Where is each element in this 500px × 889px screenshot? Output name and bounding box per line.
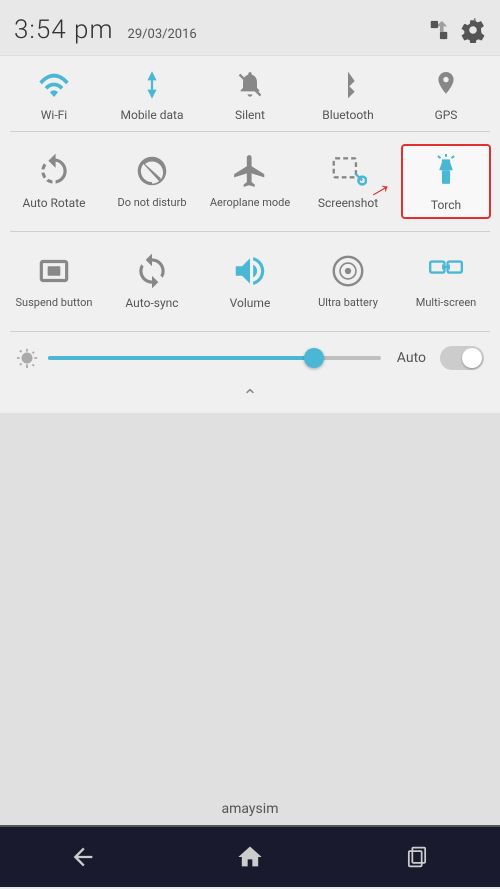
notification-panel: Wi-Fi Mobile data Silent xyxy=(0,55,500,413)
do-not-disturb-toggle[interactable]: Do not disturb xyxy=(107,144,197,219)
home-button[interactable] xyxy=(220,837,280,877)
status-icons xyxy=(428,17,486,43)
torch-toggle[interactable]: Torch xyxy=(401,144,491,219)
empty-area xyxy=(0,413,500,793)
collapse-button[interactable]: ⌃ xyxy=(0,380,500,413)
gps-label: GPS xyxy=(435,108,458,122)
brightness-fill xyxy=(48,356,314,360)
multi-screen-toggle[interactable]: Multi-screen xyxy=(401,244,491,319)
bluetooth-toggle[interactable]: Bluetooth xyxy=(303,66,393,122)
multi-screen-icon xyxy=(425,250,467,292)
auto-sync-toggle[interactable]: Auto-sync xyxy=(107,244,197,319)
connectivity-row: Wi-Fi Mobile data Silent xyxy=(0,56,500,127)
suspend-button-icon xyxy=(33,250,75,292)
ultra-battery-toggle[interactable]: Ultra battery xyxy=(303,244,393,319)
aeroplane-label: Aeroplane mode xyxy=(210,196,290,210)
transfer-icon xyxy=(428,19,450,41)
brightness-icon xyxy=(16,347,38,369)
gps-toggle[interactable]: GPS xyxy=(401,66,491,122)
bluetooth-icon xyxy=(329,66,367,104)
volume-toggle[interactable]: Volume xyxy=(205,244,295,319)
screenshot-toggle[interactable]: Screenshot xyxy=(303,144,393,219)
ultra-battery-icon xyxy=(327,250,369,292)
volume-icon xyxy=(229,250,271,292)
wifi-label: Wi-Fi xyxy=(41,108,67,122)
wifi-toggle[interactable]: Wi-Fi xyxy=(9,66,99,122)
mobile-data-toggle[interactable]: Mobile data xyxy=(107,66,197,122)
wifi-icon xyxy=(35,66,73,104)
feature-row-1: Auto Rotate Do not disturb Aeroplane mod… xyxy=(0,136,500,227)
silent-label: Silent xyxy=(235,108,265,122)
status-time: 3:54 pm xyxy=(14,15,114,45)
separator-1 xyxy=(10,131,490,132)
auto-brightness-toggle[interactable] xyxy=(440,346,484,370)
aeroplane-icon xyxy=(229,150,271,192)
mobile-data-icon xyxy=(133,66,171,104)
auto-brightness-label: Auto xyxy=(397,350,426,366)
do-not-disturb-label: Do not disturb xyxy=(117,196,186,210)
screenshot-icon xyxy=(327,150,369,192)
torch-label: Torch xyxy=(431,198,461,214)
torch-icon xyxy=(425,152,467,194)
volume-label: Volume xyxy=(230,296,271,312)
mobile-data-label: Mobile data xyxy=(121,108,184,122)
bluetooth-label: Bluetooth xyxy=(322,108,373,122)
collapse-icon: ⌃ xyxy=(242,386,257,407)
separator-2 xyxy=(10,231,490,232)
recents-button[interactable] xyxy=(387,837,447,877)
settings-icon[interactable] xyxy=(460,17,486,43)
back-button[interactable] xyxy=(53,837,113,877)
feature-row-2: Suspend button Auto-sync Volume xyxy=(0,236,500,327)
silent-icon xyxy=(231,66,269,104)
do-not-disturb-icon xyxy=(131,150,173,192)
ultra-battery-label: Ultra battery xyxy=(318,296,378,310)
gps-icon xyxy=(427,66,465,104)
multi-screen-label: Multi-screen xyxy=(416,296,476,310)
auto-sync-label: Auto-sync xyxy=(125,296,178,312)
status-date: 29/03/2016 xyxy=(128,27,197,42)
auto-sync-icon xyxy=(131,250,173,292)
silent-toggle[interactable]: Silent xyxy=(205,66,295,122)
aeroplane-toggle[interactable]: Aeroplane mode xyxy=(205,144,295,219)
auto-rotate-toggle[interactable]: Auto Rotate xyxy=(9,144,99,219)
screenshot-label: Screenshot xyxy=(318,196,378,212)
suspend-button-label: Suspend button xyxy=(16,296,93,310)
carrier-area: amaysim xyxy=(0,793,500,825)
carrier-label: amaysim xyxy=(222,801,279,817)
separator-3 xyxy=(10,331,490,332)
navigation-bar xyxy=(0,827,500,887)
brightness-row: Auto xyxy=(0,336,500,380)
auto-rotate-icon xyxy=(33,150,75,192)
suspend-button-toggle[interactable]: Suspend button xyxy=(9,244,99,319)
auto-rotate-label: Auto Rotate xyxy=(23,196,86,212)
brightness-slider[interactable] xyxy=(48,356,381,360)
status-bar: 3:54 pm 29/03/2016 xyxy=(0,0,500,55)
auto-brightness-knob xyxy=(462,348,482,368)
brightness-thumb[interactable] xyxy=(304,348,324,368)
